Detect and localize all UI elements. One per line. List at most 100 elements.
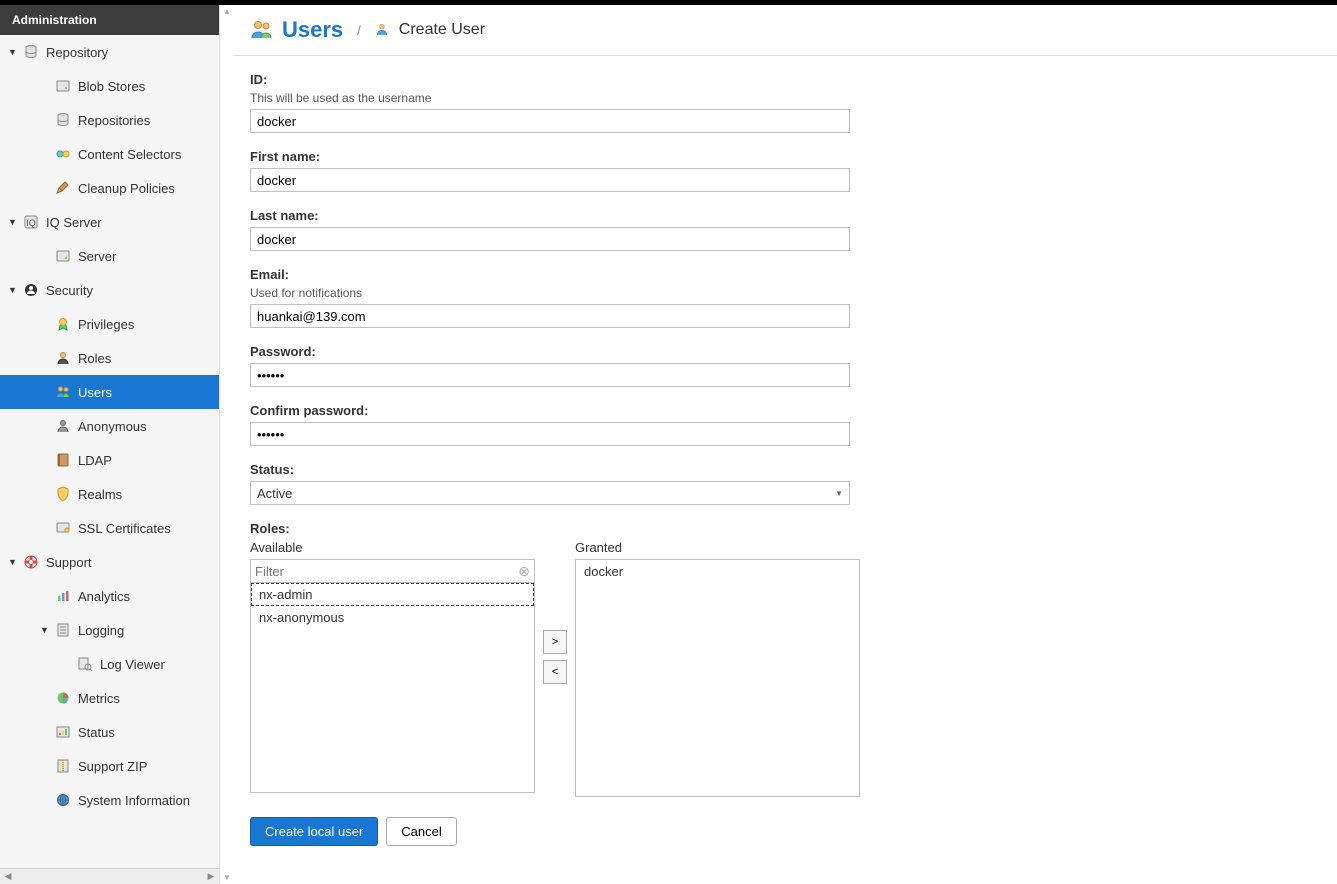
password-label: Password: [250, 344, 1321, 359]
create-button[interactable]: Create local user [250, 817, 378, 846]
sidebar-item-status[interactable]: Status [0, 715, 219, 749]
sidebar-item-label: Cleanup Policies [78, 181, 175, 196]
email-input[interactable] [250, 304, 850, 328]
breadcrumb-divider: / [357, 23, 361, 38]
globe-icon [54, 791, 72, 809]
status-label: Status: [250, 462, 1321, 477]
disk-icon [54, 247, 72, 265]
caret-icon[interactable]: ▼ [8, 47, 20, 57]
sidebar-item-label: Status [78, 725, 115, 740]
sidebar-item-analytics[interactable]: Analytics [0, 579, 219, 613]
sidebar-item-ldap[interactable]: LDAP [0, 443, 219, 477]
sidebar-item-ssl-certificates[interactable]: SSL Certificates [0, 511, 219, 545]
caret-icon[interactable]: ▼ [8, 285, 20, 295]
roles-granted-list[interactable]: docker [575, 559, 860, 797]
svg-text:IQ: IQ [26, 218, 36, 228]
sidebar-resizer[interactable]: ▲ ▼ [220, 5, 234, 884]
sidebar-hscroll[interactable]: ◀ ▶ [0, 868, 219, 884]
id-label: ID: [250, 72, 1321, 87]
email-help: Used for notifications [250, 286, 1321, 300]
sidebar-item-roles[interactable]: Roles [0, 341, 219, 375]
password-input[interactable] [250, 363, 850, 387]
available-role-item[interactable]: nx-anonymous [251, 606, 534, 629]
sidebar-item-repositories[interactable]: Repositories [0, 103, 219, 137]
first-name-input[interactable] [250, 168, 850, 192]
confirm-password-input[interactable] [250, 422, 850, 446]
sidebar-item-label: Metrics [78, 691, 120, 706]
available-role-item[interactable]: nx-admin [251, 583, 534, 606]
email-label: Email: [250, 267, 1321, 282]
sidebar-item-repository[interactable]: ▼ Repository [0, 35, 219, 69]
cancel-button[interactable]: Cancel [386, 817, 456, 846]
security-icon [22, 281, 40, 299]
id-help: This will be used as the username [250, 91, 1321, 105]
sidebar-item-label: Support ZIP [78, 759, 147, 774]
confirm-password-label: Confirm password: [250, 403, 1321, 418]
chevron-down-icon: ▼ [835, 489, 843, 498]
sidebar-item-label: Users [78, 385, 112, 400]
sidebar-item-label: Roles [78, 351, 111, 366]
move-left-button[interactable]: < [543, 660, 567, 684]
collapse-down-icon[interactable]: ▼ [221, 871, 233, 884]
sidebar-item-label: Realms [78, 487, 122, 502]
granted-role-item[interactable]: docker [576, 560, 859, 583]
ribbon-icon [54, 315, 72, 333]
sidebar-item-system-information[interactable]: System Information [0, 783, 219, 817]
chart-icon [54, 587, 72, 605]
sidebar-item-iq-server[interactable]: ▼IQIQ Server [0, 205, 219, 239]
roles-filter-input[interactable] [255, 564, 518, 579]
sidebar-item-server[interactable]: Server [0, 239, 219, 273]
field-last-name: Last name: [250, 208, 1321, 251]
book-icon [54, 451, 72, 469]
sidebar-item-log-viewer[interactable]: Log Viewer [0, 647, 219, 681]
status-icon [54, 723, 72, 741]
scroll-right-icon[interactable]: ▶ [203, 871, 219, 882]
sidebar-item-content-selectors[interactable]: Content Selectors [0, 137, 219, 171]
sidebar-item-anonymous[interactable]: Anonymous [0, 409, 219, 443]
pie-icon [54, 689, 72, 707]
users-icon [250, 18, 274, 42]
sidebar-item-privileges[interactable]: Privileges [0, 307, 219, 341]
sidebar-item-realms[interactable]: Realms [0, 477, 219, 511]
sidebar-item-logging[interactable]: ▼Logging [0, 613, 219, 647]
sidebar-item-label: Repository [46, 45, 108, 60]
sidebar-item-support-zip[interactable]: Support ZIP [0, 749, 219, 783]
field-id: ID: This will be used as the username [250, 72, 1321, 133]
sidebar-item-support[interactable]: ▼Support [0, 545, 219, 579]
chevron-right-icon: > [552, 636, 558, 648]
roles-available-list[interactable]: nx-adminnx-anonymous [250, 583, 535, 793]
field-roles: Roles: Available ⊗ nx-adminnx-anonymous … [250, 521, 1321, 797]
id-input[interactable] [250, 109, 850, 133]
disk-icon [54, 77, 72, 95]
cert-icon [54, 519, 72, 537]
caret-icon[interactable]: ▼ [8, 557, 20, 567]
sidebar-item-label: LDAP [78, 453, 112, 468]
caret-icon[interactable]: ▼ [40, 625, 52, 635]
sidebar-item-label: Analytics [78, 589, 130, 604]
field-password: Password: [250, 344, 1321, 387]
sidebar-item-security[interactable]: ▼Security [0, 273, 219, 307]
caret-icon[interactable]: ▼ [8, 217, 20, 227]
sidebar-item-metrics[interactable]: Metrics [0, 681, 219, 715]
clear-icon[interactable]: ⊗ [518, 563, 530, 580]
iq-icon: IQ [22, 213, 40, 231]
sidebar-item-blob-stores[interactable]: Blob Stores [0, 69, 219, 103]
first-name-label: First name: [250, 149, 1321, 164]
page-title: Users [282, 17, 343, 43]
roles-filter: ⊗ [250, 559, 535, 583]
scroll-left-icon[interactable]: ◀ [0, 871, 16, 882]
collapse-up-icon[interactable]: ▲ [221, 5, 233, 18]
sidebar-item-label: Anonymous [78, 419, 147, 434]
sidebar-title: Administration [0, 5, 219, 35]
last-name-input[interactable] [250, 227, 850, 251]
status-select[interactable]: Active ▼ [250, 481, 850, 505]
sidebar-item-label: Blob Stores [78, 79, 145, 94]
database-icon [54, 111, 72, 129]
sidebar-item-users[interactable]: Users [0, 375, 219, 409]
field-email: Email: Used for notifications [250, 267, 1321, 328]
sidebar-item-label: Privileges [78, 317, 134, 332]
move-right-button[interactable]: > [543, 630, 567, 654]
sidebar-item-label: Content Selectors [78, 147, 181, 162]
roles-available-label: Available [250, 540, 535, 555]
sidebar-item-cleanup-policies[interactable]: Cleanup Policies [0, 171, 219, 205]
